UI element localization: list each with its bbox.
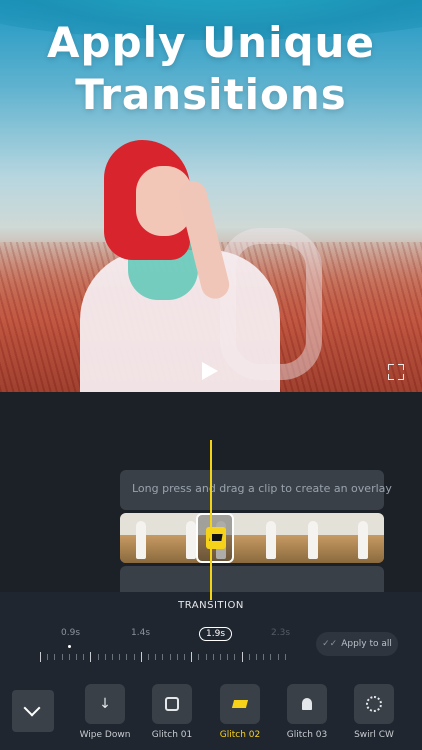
ruler-tick — [256, 654, 257, 660]
ruler-tick — [126, 654, 128, 660]
selected-duration-badge[interactable]: 1.9s — [199, 627, 233, 641]
ruler-tick — [191, 652, 193, 662]
ruler-tick — [148, 654, 149, 660]
woman-figure-image — [70, 120, 322, 392]
ruler-tick — [83, 654, 85, 660]
ruler-tick — [155, 654, 157, 660]
ruler-tick — [234, 654, 236, 660]
glitch-01-icon — [165, 697, 179, 711]
chevron-down-icon — [23, 699, 41, 717]
clip-thumbnail — [120, 513, 164, 563]
clip-thumbnail — [340, 513, 384, 563]
ruler-tick — [112, 654, 113, 660]
headline-line-2: Transitions — [75, 70, 347, 119]
duration-slider[interactable] — [40, 652, 286, 662]
ruler-tick — [104, 654, 106, 660]
ruler-tick — [76, 654, 77, 660]
apply-to-all-label: Apply to all — [341, 639, 392, 649]
duration-tick-label[interactable]: 1.4s — [131, 628, 150, 638]
transition-label: Glitch 02 — [219, 730, 261, 740]
glitch-02-icon — [231, 700, 249, 708]
ruler-tick — [47, 654, 49, 660]
panel-title: TRANSITION — [178, 600, 244, 611]
ruler-tick — [54, 654, 56, 660]
overlay-hint-text: Long press and drag a clip to create an … — [132, 482, 392, 495]
video-preview[interactable]: Apply Unique Transitions — [0, 0, 422, 392]
ruler-tick — [227, 654, 229, 660]
arrow-down-icon: ↓ — [99, 696, 111, 712]
play-icon[interactable] — [202, 362, 218, 380]
glitch-transition-icon — [206, 527, 226, 549]
ruler-tick — [68, 654, 70, 660]
ruler-tick — [184, 654, 185, 660]
duration-indicator-dot — [68, 645, 71, 648]
transition-glitch-01[interactable]: Glitch 01 — [142, 684, 202, 740]
ruler-tick — [176, 654, 178, 660]
clip-thumbnail — [252, 513, 296, 563]
duration-tick-label[interactable]: 0.9s — [61, 628, 80, 638]
ruler-tick — [198, 654, 200, 660]
playhead[interactable] — [210, 440, 212, 600]
collapse-panel-button[interactable] — [12, 690, 54, 732]
ghost-icon — [302, 698, 312, 710]
ruler-tick — [248, 654, 250, 660]
transition-glitch-02[interactable]: Glitch 02 — [210, 684, 270, 740]
ruler-tick — [90, 652, 92, 662]
video-clip-strip[interactable] — [120, 513, 384, 563]
transition-label: Glitch 01 — [151, 730, 193, 740]
ruler-tick — [119, 654, 121, 660]
ruler-tick — [61, 654, 63, 660]
ruler-tick — [97, 654, 99, 660]
ruler-tick — [270, 654, 272, 660]
ruler-tick — [241, 652, 243, 662]
ruler-tick — [140, 652, 142, 662]
transition-wipe-down[interactable]: ↓ Wipe Down — [75, 684, 135, 740]
fullscreen-icon[interactable] — [388, 364, 404, 380]
overlay-track[interactable]: Long press and drag a clip to create an … — [120, 470, 392, 510]
transition-label: Swirl CW — [354, 730, 394, 740]
ruler-tick — [212, 654, 214, 660]
ruler-tick — [205, 654, 207, 660]
ruler-tick — [40, 652, 41, 662]
duration-tick-label[interactable]: 2.3s — [271, 628, 290, 638]
ruler-tick — [133, 654, 135, 660]
headline-line-1: Apply Unique — [47, 18, 375, 67]
audio-track[interactable] — [120, 566, 384, 592]
ruler-tick — [284, 654, 286, 660]
double-check-icon: ✓✓ — [322, 639, 338, 649]
transition-label: Wipe Down — [79, 730, 131, 740]
ruler-tick — [220, 654, 221, 660]
transition-marker-button[interactable] — [196, 513, 234, 563]
clip-thumbnail — [296, 513, 340, 563]
ruler-tick — [277, 654, 279, 660]
ruler-tick — [263, 654, 265, 660]
apply-to-all-button[interactable]: ✓✓ Apply to all — [316, 632, 398, 656]
ruler-tick — [169, 654, 171, 660]
swirl-icon — [366, 696, 382, 712]
transition-glitch-03[interactable]: Glitch 03 — [277, 684, 337, 740]
ruler-tick — [162, 654, 164, 660]
transition-swirl-cw[interactable]: Swirl CW — [344, 684, 404, 740]
transition-label: Glitch 03 — [286, 730, 328, 740]
